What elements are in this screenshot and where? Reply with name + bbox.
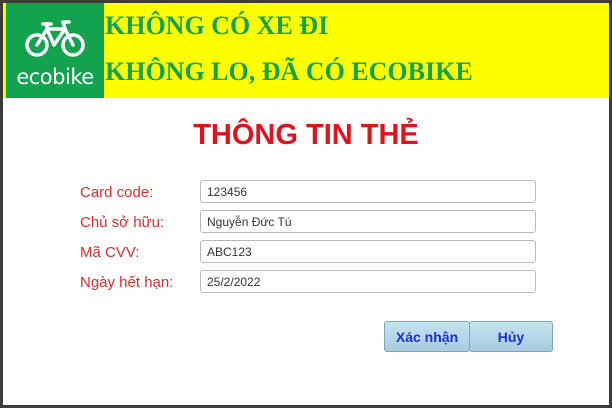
cvv-field[interactable]	[200, 240, 536, 263]
card-code-label: Card code:	[80, 184, 154, 201]
cvv-label: Mã CVV:	[80, 244, 140, 261]
ecobike-logo: ecobike	[6, 3, 104, 98]
cancel-button[interactable]: Hủy	[469, 321, 553, 352]
owner-field[interactable]	[200, 210, 536, 233]
slogan-line-1: KHÔNG CÓ XE ĐI	[105, 11, 329, 40]
card-info-window: ecobike KHÔNG CÓ XE ĐI KHÔNG LO, ĐÃ CÓ E…	[3, 3, 609, 405]
confirm-button[interactable]: Xác nhận	[384, 321, 470, 352]
owner-label: Chủ sở hữu:	[80, 214, 165, 231]
bicycle-icon	[25, 20, 85, 57]
page-title: THÔNG TIN THẺ	[193, 119, 419, 151]
logo-text: ecobike	[16, 65, 94, 89]
card-code-field[interactable]	[200, 180, 536, 203]
expiry-field[interactable]	[200, 270, 536, 293]
header-banner: ecobike KHÔNG CÓ XE ĐI KHÔNG LO, ĐÃ CÓ E…	[3, 3, 609, 98]
expiry-label: Ngày hết hạn:	[80, 274, 174, 291]
slogan-line-2: KHÔNG LO, ĐÃ CÓ ECOBIKE	[105, 57, 473, 86]
